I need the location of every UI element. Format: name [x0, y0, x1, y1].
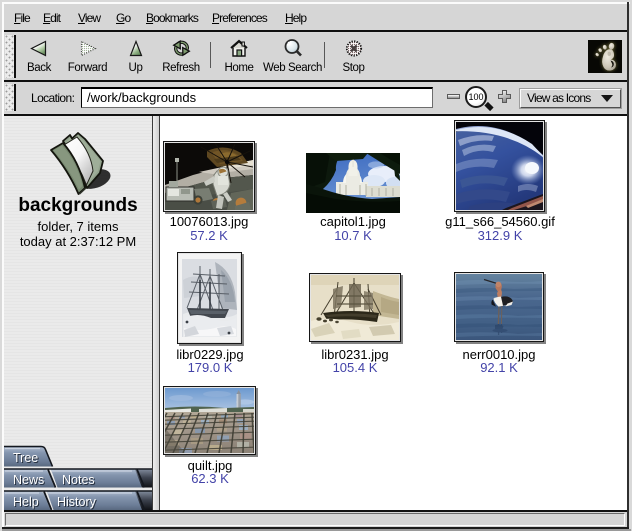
svg-text:Notes: Notes — [62, 473, 95, 487]
svg-text:Tree: Tree — [13, 451, 38, 465]
svg-text:Help: Help — [13, 495, 39, 509]
svg-text:News: News — [13, 473, 44, 487]
svg-text:History: History — [57, 495, 97, 509]
